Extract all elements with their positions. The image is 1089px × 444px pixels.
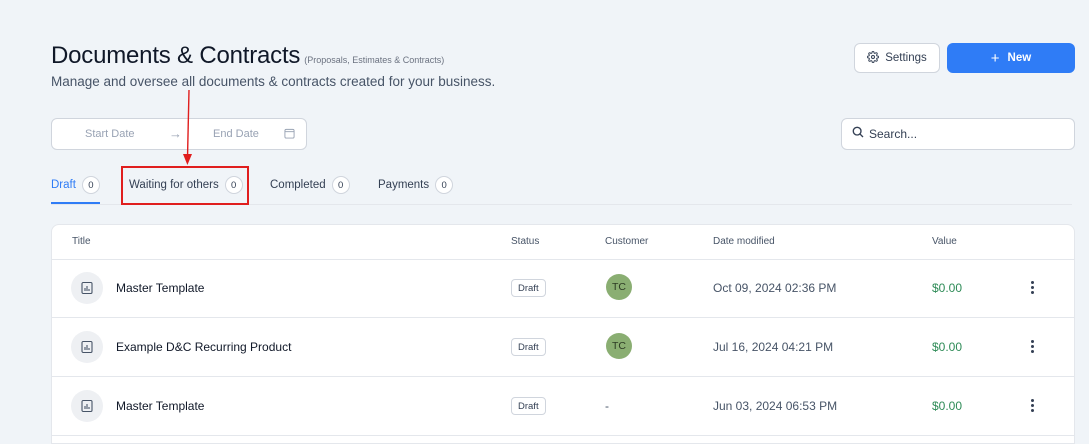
- column-header-date-modified: Date modified: [713, 236, 775, 247]
- tab-count-badge: 0: [331, 176, 350, 194]
- table-row[interactable]: Master Template Draft TC Oct 09, 2024 02…: [52, 259, 1074, 318]
- tab-draft[interactable]: Draft 0: [51, 176, 100, 204]
- end-date-input[interactable]: End Date: [213, 128, 259, 140]
- customer-avatar: TC: [606, 333, 632, 359]
- table-row[interactable]: Master Template Draft - Jun 03, 2024 06:…: [52, 377, 1074, 436]
- page-title: Documents & Contracts: [51, 42, 301, 69]
- tab-label: Completed: [270, 179, 326, 191]
- start-date-input[interactable]: Start Date: [85, 128, 135, 140]
- column-header-status: Status: [511, 236, 540, 247]
- date-modified: Jun 03, 2024 06:53 PM: [713, 399, 838, 413]
- date-modified: Oct 09, 2024 02:36 PM: [713, 281, 837, 295]
- document-chart-icon: [71, 331, 103, 363]
- more-options-icon[interactable]: [1028, 338, 1037, 355]
- document-title[interactable]: Example D&C Recurring Product: [116, 340, 291, 354]
- column-header-customer: Customer: [605, 236, 649, 247]
- status-badge: Draft: [511, 338, 546, 356]
- document-chart-icon: [71, 390, 103, 422]
- plus-icon: +: [990, 49, 1000, 67]
- settings-label: Settings: [885, 52, 927, 64]
- date-range-picker[interactable]: Start Date → End Date: [51, 118, 307, 150]
- tab-label: Payments: [378, 179, 430, 191]
- tab-payments[interactable]: Payments 0: [378, 176, 454, 204]
- page-title-group: Documents & Contracts (Proposals, Estima…: [51, 42, 444, 70]
- annotation-arrow-icon: [183, 90, 192, 165]
- customer-avatar: TC: [606, 274, 632, 300]
- tab-label: Draft: [51, 179, 76, 191]
- more-options-icon[interactable]: [1028, 279, 1037, 296]
- document-title[interactable]: Master Template: [116, 399, 204, 413]
- new-button[interactable]: + New: [947, 43, 1075, 73]
- table-row[interactable]: Example D&C Recurring Product Draft TC J…: [52, 318, 1074, 377]
- search-input[interactable]: [869, 127, 1069, 141]
- date-modified: Jul 16, 2024 04:21 PM: [713, 340, 834, 354]
- tab-count-badge: 0: [81, 176, 100, 194]
- status-badge: Draft: [511, 279, 546, 297]
- search-icon: [852, 125, 864, 143]
- table-header: Title Status Customer Date modified Valu…: [52, 225, 1074, 260]
- page-description: Manage and oversee all documents & contr…: [51, 74, 496, 89]
- document-value: $0.00: [932, 281, 963, 295]
- page-subtitle: (Proposals, Estimates & Contracts): [304, 55, 445, 65]
- more-options-icon[interactable]: [1028, 397, 1037, 414]
- tab-completed[interactable]: Completed 0: [270, 176, 350, 204]
- document-chart-icon: [71, 272, 103, 304]
- document-title[interactable]: Master Template: [116, 281, 204, 295]
- document-value: $0.00: [932, 340, 963, 354]
- status-badge: Draft: [511, 397, 546, 415]
- tab-count-badge: 0: [435, 176, 454, 194]
- new-label: New: [1007, 52, 1032, 64]
- settings-button[interactable]: Settings: [854, 43, 940, 73]
- annotation-highlight-box: [121, 166, 249, 205]
- document-value: $0.00: [932, 399, 963, 413]
- search-box[interactable]: [841, 118, 1075, 150]
- column-header-title: Title: [72, 236, 91, 247]
- column-header-value: Value: [932, 236, 957, 247]
- calendar-icon[interactable]: [284, 128, 295, 142]
- customer-empty: -: [605, 399, 609, 413]
- documents-table: Title Status Customer Date modified Valu…: [51, 224, 1075, 444]
- gear-icon: [867, 50, 880, 66]
